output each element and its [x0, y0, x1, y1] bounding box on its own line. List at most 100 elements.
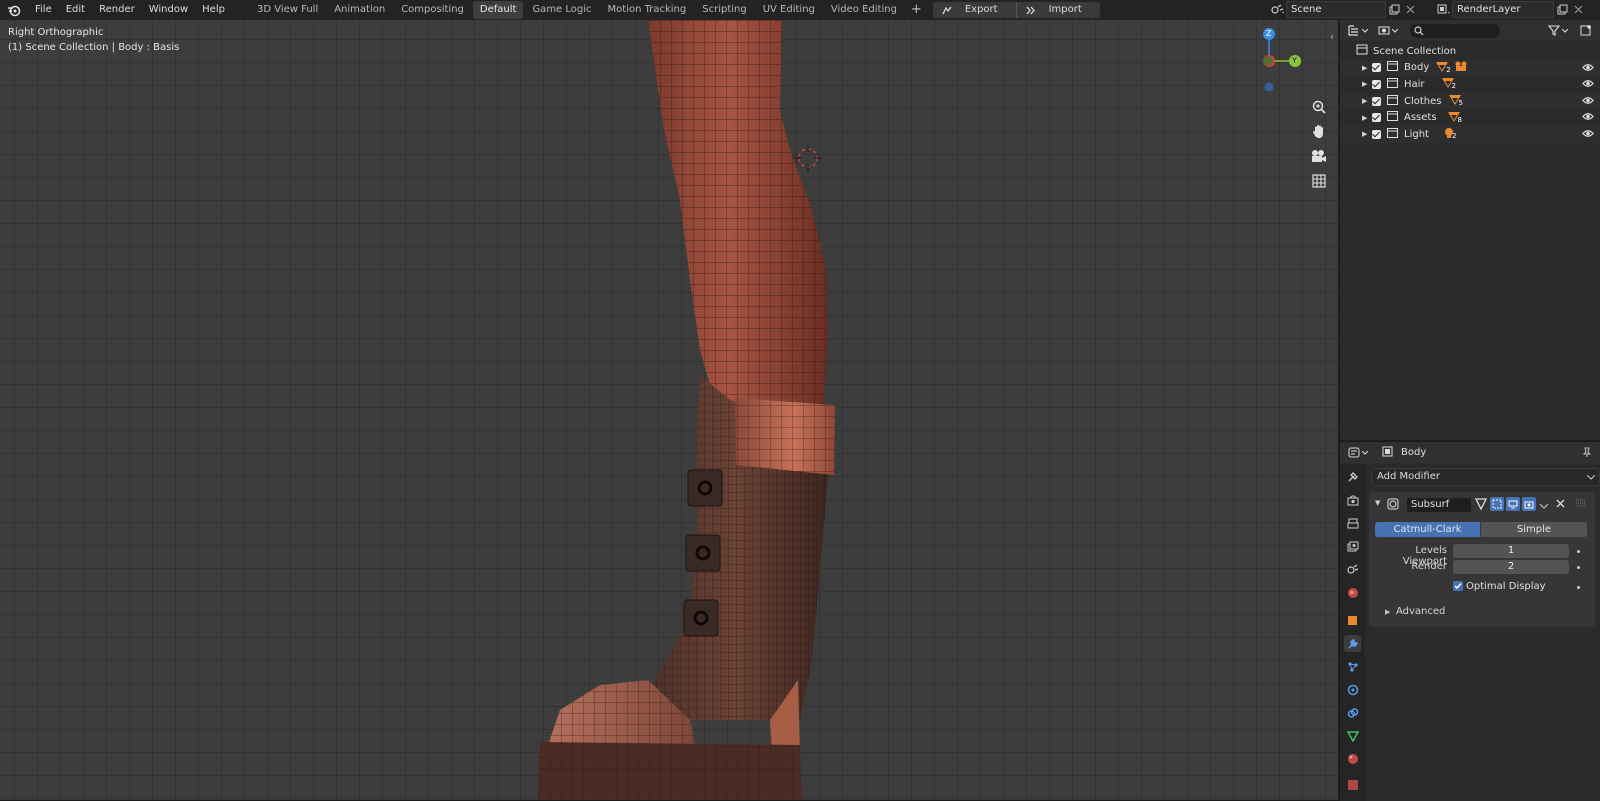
exclude-checkbox[interactable]: [1372, 63, 1381, 73]
render-layer-name-field[interactable]: RenderLayer: [1452, 1, 1554, 18]
menu-help[interactable]: Help: [195, 0, 232, 20]
render-layer-browse-icon[interactable]: [1436, 2, 1452, 17]
tab-animation[interactable]: Animation: [327, 1, 392, 19]
advanced-subpanel-label[interactable]: Advanced: [1396, 606, 1445, 617]
menu-file[interactable]: File: [28, 0, 59, 20]
scene-tab-icon[interactable]: [1344, 561, 1361, 578]
visibility-eye-icon[interactable]: [1582, 129, 1594, 141]
pan-hand-icon[interactable]: [1308, 120, 1330, 142]
visibility-eye-icon[interactable]: [1582, 96, 1594, 108]
add-workspace-button[interactable]: +: [906, 1, 927, 19]
navigation-gizmo[interactable]: Z X Y: [1262, 28, 1306, 106]
edit-mode-cage-icon[interactable]: [1474, 498, 1488, 513]
armature-icon[interactable]: [1455, 61, 1467, 75]
mesh-object-icon[interactable]: 2: [1441, 77, 1459, 91]
3d-viewport[interactable]: Right Orthographic (1) Scene Collection …: [0, 20, 1338, 800]
render-layer-close-icon[interactable]: [1570, 2, 1586, 17]
outliner-row-clothes[interactable]: ▶ Clothes 5: [1340, 92, 1600, 110]
keyframe-dot-icon[interactable]: [1577, 550, 1580, 553]
tab-motion-tracking[interactable]: Motion Tracking: [601, 1, 694, 19]
render-toggle-icon[interactable]: [1522, 497, 1536, 511]
tool-tab-icon[interactable]: [1344, 468, 1361, 485]
add-modifier-dropdown[interactable]: Add Modifier: [1371, 468, 1600, 486]
modifier-wrench-tab-icon[interactable]: [1344, 635, 1361, 652]
menu-edit[interactable]: Edit: [59, 0, 92, 20]
tab-3d-view-full[interactable]: 3D View Full: [250, 1, 325, 19]
pin-icon[interactable]: [1582, 447, 1592, 461]
render-tab-icon[interactable]: [1344, 492, 1361, 509]
light-object-icon[interactable]: 2: [1443, 127, 1461, 141]
expand-arrow-icon[interactable]: ▶: [1362, 97, 1372, 105]
outliner-scene-collection[interactable]: Scene Collection: [1340, 43, 1600, 60]
render-layer-copy-icon[interactable]: [1554, 2, 1570, 17]
expand-arrow-icon[interactable]: ▶: [1362, 130, 1372, 138]
menu-window[interactable]: Window: [142, 0, 195, 20]
new-collection-icon[interactable]: [1580, 24, 1593, 39]
scene-name-field[interactable]: Scene: [1286, 1, 1386, 18]
physics-tab-icon[interactable]: [1344, 681, 1361, 698]
mesh-object-icon[interactable]: 8: [1447, 111, 1465, 125]
exclude-checkbox[interactable]: [1372, 96, 1381, 106]
material-tab-icon[interactable]: [1344, 750, 1361, 767]
particles-tab-icon[interactable]: [1344, 658, 1361, 675]
visibility-eye-icon[interactable]: [1582, 112, 1594, 124]
export-button[interactable]: Export: [933, 2, 1016, 18]
mesh-object-icon[interactable]: 2: [1435, 61, 1453, 75]
optimal-display-checkbox[interactable]: [1453, 581, 1463, 591]
constraints-tab-icon[interactable]: [1344, 704, 1361, 721]
blender-logo-icon[interactable]: [0, 0, 28, 20]
tab-scripting[interactable]: Scripting: [695, 1, 753, 19]
visibility-eye-icon[interactable]: [1582, 79, 1594, 91]
scene-browse-icon[interactable]: [1270, 2, 1286, 17]
expand-arrow-icon[interactable]: ▶: [1362, 64, 1372, 72]
expand-arrow-icon[interactable]: ▶: [1362, 114, 1372, 122]
object-tab-icon[interactable]: [1344, 612, 1361, 629]
exclude-checkbox[interactable]: [1372, 79, 1381, 89]
collapse-arrow-icon[interactable]: ▼: [1375, 499, 1380, 507]
texture-tab-icon[interactable]: [1344, 776, 1361, 793]
zoom-icon[interactable]: [1308, 96, 1330, 118]
mesh-object-icon[interactable]: 5: [1448, 94, 1466, 108]
world-tab-icon[interactable]: [1344, 584, 1361, 601]
outliner-row-light[interactable]: ▶ Light 2: [1340, 125, 1600, 143]
tab-game-logic[interactable]: Game Logic: [525, 1, 598, 19]
modifier-name-field[interactable]: Subsurf: [1407, 498, 1471, 512]
outliner-row-body[interactable]: ▶ Body 2: [1340, 59, 1600, 77]
import-button[interactable]: Import: [1015, 2, 1100, 18]
realtime-display-toggle-icon[interactable]: [1506, 497, 1520, 511]
keyframe-dot-icon[interactable]: [1577, 586, 1580, 589]
filter-icon[interactable]: [1548, 25, 1568, 36]
view-layer-tab-icon[interactable]: [1344, 538, 1361, 555]
editor-type-properties-icon[interactable]: [1348, 447, 1368, 458]
orthographic-grid-icon[interactable]: [1308, 170, 1330, 192]
tab-default[interactable]: Default: [472, 1, 524, 19]
edit-mode-toggle-icon[interactable]: [1490, 497, 1504, 511]
editor-type-outliner-icon[interactable]: [1348, 25, 1372, 36]
render-levels-field[interactable]: 2: [1453, 560, 1569, 574]
tab-uv-editing[interactable]: UV Editing: [756, 1, 822, 19]
advanced-expand-icon[interactable]: ▶: [1385, 608, 1390, 616]
catmull-clark-option[interactable]: Catmull-Clark: [1375, 522, 1480, 537]
visibility-eye-icon[interactable]: [1582, 63, 1594, 75]
simple-option[interactable]: Simple: [1481, 522, 1587, 537]
modifier-menu-chevron-icon[interactable]: [1539, 501, 1549, 512]
outliner-row-hair[interactable]: ▶ Hair 2: [1340, 76, 1600, 93]
outliner-row-assets[interactable]: ▶ Assets 8: [1340, 109, 1600, 126]
outliner-search-input[interactable]: [1410, 23, 1500, 38]
sidebar-toggle-icon[interactable]: ‹: [1330, 32, 1334, 43]
drag-handle-icon[interactable]: [1576, 499, 1586, 510]
tab-compositing[interactable]: Compositing: [394, 1, 471, 19]
tab-video-editing[interactable]: Video Editing: [824, 1, 904, 19]
output-tab-icon[interactable]: [1344, 515, 1361, 532]
scene-close-icon[interactable]: [1402, 2, 1418, 17]
scene-copy-icon[interactable]: [1386, 2, 1402, 17]
remove-modifier-close-icon[interactable]: [1556, 499, 1565, 511]
exclude-checkbox[interactable]: [1372, 129, 1381, 139]
object-data-mesh-tab-icon[interactable]: [1344, 727, 1361, 744]
camera-view-icon[interactable]: [1308, 145, 1330, 167]
exclude-checkbox[interactable]: [1372, 113, 1381, 123]
menu-render[interactable]: Render: [92, 0, 142, 20]
levels-viewport-field[interactable]: 1: [1453, 544, 1569, 558]
keyframe-dot-icon[interactable]: [1577, 566, 1580, 569]
expand-arrow-icon[interactable]: ▶: [1362, 80, 1372, 88]
